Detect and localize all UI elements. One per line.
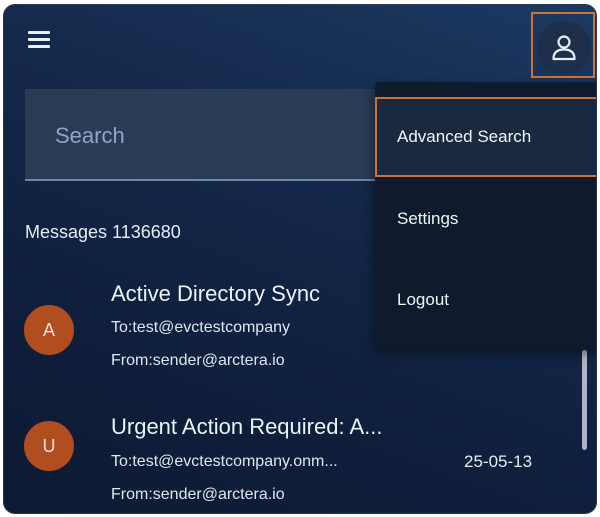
message-subject: Urgent Action Required: A... [111, 414, 383, 439]
hamburger-menu-icon[interactable] [28, 31, 50, 49]
message-subject: Active Directory Sync [111, 281, 321, 306]
app-window: Search Messages 1136680 A Active Directo… [3, 4, 597, 514]
message-to: To:test@evctestcompany [111, 319, 290, 336]
message-list-item[interactable]: U Urgent Action Required: A... To:test@e… [4, 411, 564, 513]
menu-item-settings[interactable]: Settings [375, 179, 596, 259]
search-placeholder: Search [55, 123, 125, 148]
message-list-scrollbar[interactable] [582, 350, 587, 450]
avatar: U [24, 421, 74, 471]
message-from: From:sender@arctera.io [111, 486, 285, 503]
user-icon [552, 35, 576, 61]
message-from: From:sender@arctera.io [111, 352, 285, 369]
message-to: To:test@evctestcompany.onm... [111, 453, 338, 470]
avatar: A [24, 305, 74, 355]
user-menu-button[interactable] [537, 21, 591, 75]
messages-count-label: Messages 1136680 [25, 222, 181, 242]
message-date: 25-05-13 [464, 452, 533, 471]
user-menu-dropdown: Advanced Search Settings Logout [375, 82, 596, 350]
menu-item-logout[interactable]: Logout [375, 260, 596, 340]
menu-item-advanced-search[interactable]: Advanced Search [375, 97, 596, 177]
